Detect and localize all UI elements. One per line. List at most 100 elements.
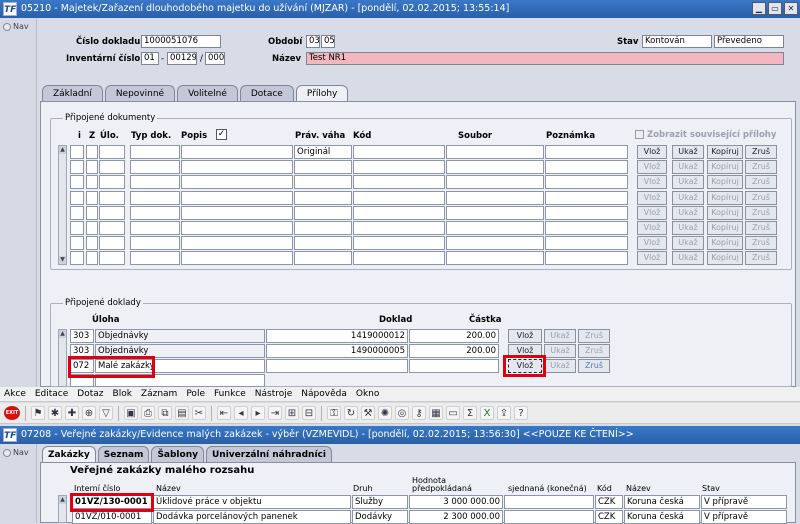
doklad-row1-doklad[interactable]: 1419000012 <box>266 329 408 343</box>
dokument-row6-kopiruj-button[interactable]: Kopíruj <box>707 221 743 235</box>
tab-nepovinne[interactable]: Nepovinné <box>104 85 176 102</box>
dokument-row1-prav[interactable]: Originál <box>294 145 352 159</box>
menu-funkce[interactable]: Funkce <box>214 389 246 399</box>
tab-sablony[interactable]: Šablony <box>151 446 204 463</box>
zakazka-row1-mena[interactable]: Koruna česká <box>624 495 700 509</box>
nazev-field[interactable]: Test NR1 <box>306 52 784 65</box>
obdobi-field-1[interactable]: 03 <box>306 35 320 48</box>
maximize-icon[interactable]: ▭ <box>768 2 782 15</box>
dokument-row2-ukaz-button[interactable]: Ukaž <box>672 160 704 175</box>
prev-record-icon[interactable]: ◂ <box>234 406 248 420</box>
menu-napoveda[interactable]: Nápověda <box>301 389 347 399</box>
dokument-row6-popis[interactable] <box>181 221 293 235</box>
dokument-row7-zrus-button[interactable]: Zruš <box>745 236 777 251</box>
doklad-row3-ukaz-button[interactable]: Ukaž <box>544 359 576 373</box>
dokument-row7-vloz-button[interactable]: Vlož <box>637 236 667 251</box>
dokument-row6-poznamka[interactable] <box>545 221 628 235</box>
inv-field-3[interactable]: 000 <box>205 52 225 65</box>
dokument-row5-prav[interactable] <box>294 205 352 220</box>
dokument-row3-z[interactable] <box>86 175 98 190</box>
dokument-row5-kopiruj-button[interactable]: Kopíruj <box>707 205 743 220</box>
zakazka-row2-cislo[interactable]: 01VZ/010-0001 <box>72 510 152 524</box>
dokumenty-scrollbar[interactable]: ▲ ▼ <box>58 145 67 265</box>
dokument-row8-prav[interactable] <box>294 251 352 266</box>
dokument-row2-vloz-button[interactable]: Vlož <box>637 160 667 175</box>
dokument-row2-ulo[interactable] <box>99 160 125 175</box>
dokument-row5-zrus-button[interactable]: Zruš <box>745 205 777 220</box>
dokument-row6-typ[interactable] <box>130 221 180 235</box>
zakazky-scrollbar[interactable]: ▲ <box>58 495 67 523</box>
nav-toggle-2[interactable]: Nav <box>0 444 36 457</box>
tab-univerzalni-nahradnici[interactable]: Univerzální náhradníci <box>205 446 332 463</box>
doklady-scrollbar[interactable]: ▲ <box>58 329 67 387</box>
menu-nastroje[interactable]: Nástroje <box>255 389 293 399</box>
dokument-row3-prav[interactable] <box>294 175 352 190</box>
doklad-row1-ukaz-button[interactable]: Ukaž <box>544 329 576 343</box>
dokument-row7-popis[interactable] <box>181 236 293 251</box>
dokument-row5-kod[interactable] <box>353 205 445 220</box>
zakazka-row2-hodnota[interactable]: 2 300 000.00 <box>409 510 503 524</box>
dokument-row8-kopiruj-button[interactable]: Kopíruj <box>707 251 743 266</box>
insert-record-icon[interactable]: ⊞ <box>285 406 299 420</box>
tab-seznam[interactable]: Seznam <box>97 446 150 463</box>
tools-icon[interactable]: ⚒ <box>361 406 375 420</box>
dokument-row2-z[interactable] <box>86 160 98 175</box>
dokument-row1-ukaz-button[interactable]: Ukaž <box>672 145 704 159</box>
export-icon[interactable]: ⇪ <box>497 406 511 420</box>
tab-prilohy[interactable]: Přílohy <box>295 85 349 102</box>
dokument-row7-z[interactable] <box>86 236 98 251</box>
tab-dotace[interactable]: Dotace <box>239 85 294 102</box>
flag-icon[interactable]: ⚑ <box>31 406 45 420</box>
zakazka-row1-nazev[interactable]: Úklidové práce v objektu <box>153 495 351 509</box>
dokument-row4-ulo[interactable] <box>99 190 125 205</box>
dokument-row6-soubor[interactable] <box>446 221 544 235</box>
dokument-row8-z[interactable] <box>86 251 98 266</box>
dokument-row8-ulo[interactable] <box>99 251 125 266</box>
dokument-row1-soubor[interactable] <box>446 145 544 159</box>
dokument-row6-prav[interactable] <box>294 221 352 235</box>
dokument-row4-prav[interactable] <box>294 190 352 205</box>
dokument-row1-kopiruj-button[interactable]: Kopíruj <box>707 145 743 159</box>
dokument-row5-typ[interactable] <box>130 205 180 220</box>
zakazka-row1-sjednana[interactable] <box>504 495 594 509</box>
help-icon[interactable]: ? <box>514 406 528 420</box>
menu-blok[interactable]: Blok <box>113 389 132 399</box>
dokument-row7-ulo[interactable] <box>99 236 125 251</box>
dokument-row3-kod[interactable] <box>353 175 445 190</box>
cislo-dokladu-field[interactable]: 1000051076 <box>141 35 221 48</box>
refresh-icon[interactable]: ↻ <box>344 406 358 420</box>
dokument-row2-i[interactable] <box>70 160 84 175</box>
dokument-row8-i[interactable] <box>70 251 84 266</box>
dokument-row4-zrus-button[interactable]: Zruš <box>745 190 777 205</box>
key-icon[interactable]: ⚷ <box>412 406 426 420</box>
menu-zaznam[interactable]: Záznam <box>141 389 177 399</box>
dokument-row5-poznamka[interactable] <box>545 205 628 220</box>
doklad-row3-doklad[interactable] <box>266 359 408 373</box>
dokument-row6-zrus-button[interactable]: Zruš <box>745 221 777 235</box>
dokument-row1-kod[interactable] <box>353 145 445 159</box>
dokument-row6-z[interactable] <box>86 221 98 235</box>
next-record-icon[interactable]: ▸ <box>251 406 265 420</box>
dokument-row6-i[interactable] <box>70 221 84 235</box>
scroll-down-icon[interactable]: ▼ <box>59 256 66 264</box>
tab-zakazky[interactable]: Zakázky <box>42 446 96 463</box>
dokument-row3-i[interactable] <box>70 175 84 190</box>
doklad-row2-doklad[interactable]: 1490000005 <box>266 344 408 358</box>
dokument-row4-poznamka[interactable] <box>545 190 628 205</box>
dokument-row6-ulo[interactable] <box>99 221 125 235</box>
obdobi-field-2[interactable]: 05 <box>321 35 335 48</box>
zakazka-row2-kod[interactable]: CZK <box>595 510 623 524</box>
zakazka-row2-sjednana[interactable] <box>504 510 594 524</box>
dokument-row3-kopiruj-button[interactable]: Kopíruj <box>707 175 743 190</box>
dokument-row7-kopiruj-button[interactable]: Kopíruj <box>707 236 743 251</box>
dokument-row4-z[interactable] <box>86 190 98 205</box>
delete-record-icon[interactable]: ⊟ <box>302 406 316 420</box>
sum-icon[interactable]: Σ <box>463 406 477 420</box>
dokument-row2-popis[interactable] <box>181 160 293 175</box>
stav-field-2[interactable]: Převedeno <box>714 35 784 48</box>
dokument-row2-kod[interactable] <box>353 160 445 175</box>
dokument-row1-popis[interactable] <box>181 145 293 159</box>
dokument-row3-poznamka[interactable] <box>545 175 628 190</box>
dokument-row4-typ[interactable] <box>130 190 180 205</box>
zakazky-scroll-up-icon[interactable]: ▲ <box>59 496 66 504</box>
